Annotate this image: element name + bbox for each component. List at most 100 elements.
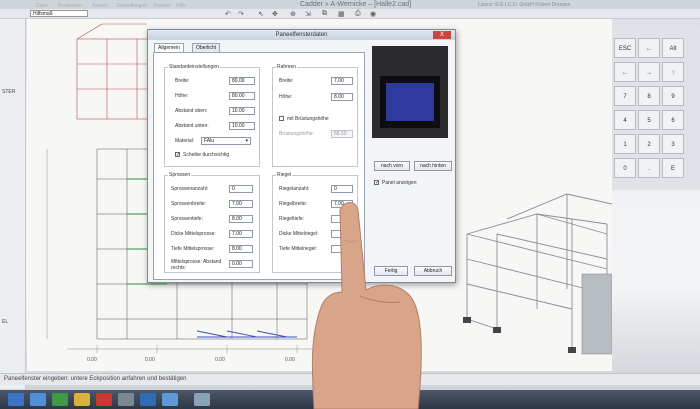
panel-anzeigen-checkbox[interactable]: ✓ (374, 180, 379, 186)
brustung-checkbox[interactable] (279, 116, 284, 121)
cadder-icon[interactable] (140, 393, 156, 406)
sprossen-anzahl-field[interactable]: 0 (229, 185, 253, 193)
breite-field[interactable]: 80.00 (229, 77, 255, 85)
left-panel-label-2: EL (2, 319, 9, 325)
left-panel-label-1: STER (2, 89, 16, 95)
excel-icon[interactable] (52, 393, 68, 406)
group-standard-title: Standardeinstellungen (168, 64, 220, 70)
abstand-unten-field[interactable]: 10.00 (229, 122, 255, 130)
material-select[interactable]: FAlu ▾ (201, 137, 251, 145)
key-8[interactable]: 8 (638, 86, 660, 106)
layer-combo[interactable]: Hilfsmaß (30, 10, 88, 17)
window-icon[interactable] (194, 393, 210, 406)
group-standard: Standardeinstellungen Breite: 80.00 Höhe… (164, 64, 260, 167)
nach-vorn-button[interactable]: nach vorn (374, 161, 410, 171)
dim-label-4: 0.00 (285, 357, 295, 363)
close-button[interactable]: X (433, 31, 451, 39)
preview-glass (386, 83, 434, 121)
scheibe-label: Scheibe durchsichtig (183, 152, 230, 158)
riegel-anzahl-field[interactable]: 0 (331, 185, 353, 193)
tiefe-mittelsprosse-label: Tiefe Mittelsprosse: (171, 246, 215, 252)
key-decimal[interactable]: . (638, 158, 660, 178)
mittelsprosse-abstand-label: Mittelsprosse: Abstand rechts: (171, 259, 222, 271)
dim-label-2: 0.00 (145, 357, 155, 363)
rahmen-hoehe-field[interactable]: 8.00 (331, 93, 353, 101)
brustung-label: mit Brüstungshöhe (287, 116, 329, 122)
material-value: FAlu (204, 138, 215, 144)
dicke-mittelsprosse-field[interactable]: 7.00 (229, 230, 253, 238)
hoehe-label: Höhe: (175, 93, 189, 99)
grid-icon[interactable]: ▦ (338, 10, 345, 18)
nach-hinten-button[interactable]: nach hinten (414, 161, 452, 171)
breite-label: Breite: (175, 78, 190, 84)
key-left[interactable]: ← (614, 62, 636, 82)
sprossen-tiefe-label: Sprossentiefe: (171, 216, 203, 222)
app-icon[interactable] (118, 393, 134, 406)
sprossen-anzahl-label: Sprossenanzahl: (171, 186, 209, 192)
panel-anzeigen-label: Panel anzeigen (382, 180, 417, 186)
key-2[interactable]: 2 (638, 134, 660, 154)
hoehe-field[interactable]: 80.00 (229, 92, 255, 100)
license-text: Lizenz: R.E.I.C.O. GmbH Robert Dresden (478, 2, 571, 8)
group-riegel-title: Riegel (276, 172, 293, 178)
window-preview (372, 46, 448, 138)
key-esc[interactable]: ESC (614, 38, 636, 58)
toolbar: Hilfsmaß ↶ ↷ ⇖ ✥ ⊕ ⇲ ⧉ ▦ ⎙ ◉ (0, 9, 700, 19)
print-icon[interactable]: ⎙ (355, 10, 361, 18)
hall-footings (463, 317, 576, 353)
key-1[interactable]: 1 (614, 134, 636, 154)
brustung-hoehe-field[interactable]: 68.50 (331, 130, 353, 138)
group-sprossen-title: Sprossen (168, 172, 192, 178)
dialog-title: Paneelfensterdaten (148, 30, 455, 40)
key-5[interactable]: 5 (638, 110, 660, 130)
pan-icon[interactable]: ⇲ (305, 10, 311, 18)
window-title: Cadder » A-Wernicke – [Halle2.cad] (300, 1, 412, 8)
group-sprossen: Sprossen Sprossenanzahl: 0 Sprossenbreit… (164, 172, 260, 273)
undo-icon[interactable]: ↶ (225, 10, 231, 18)
scheibe-checkbox[interactable]: ✓ (175, 152, 180, 158)
on-screen-numpad: ESC ← Alt ← → ↑ 7 8 9 4 5 6 1 2 3 0 . E (612, 30, 700, 190)
pointing-hand (311, 202, 422, 409)
zoom-icon[interactable]: ⊕ (290, 10, 296, 18)
acrobat-icon[interactable] (96, 393, 112, 406)
rahmen-breite-field[interactable]: 7.00 (331, 77, 353, 85)
key-alt[interactable]: Alt (662, 38, 684, 58)
group-rahmen-title: Rahmen (276, 64, 297, 70)
wall-cladding (581, 273, 612, 355)
key-4[interactable]: 4 (614, 110, 636, 130)
word-icon[interactable] (162, 393, 178, 406)
camera-icon[interactable]: ◉ (370, 10, 376, 18)
key-right[interactable]: → (638, 62, 660, 82)
status-text: Paneelfenster eingeben: untere Eckpositi… (4, 376, 187, 382)
key-0[interactable]: 0 (614, 158, 636, 178)
dim-label-3: 0.00 (215, 357, 225, 363)
key-7[interactable]: 7 (614, 86, 636, 106)
key-backspace[interactable]: ← (638, 38, 660, 58)
blue-members (196, 330, 297, 338)
start-icon[interactable] (8, 393, 24, 406)
abstand-oben-field[interactable]: 10.00 (229, 107, 255, 115)
key-3[interactable]: 3 (662, 134, 684, 154)
layers-icon[interactable]: ⧉ (322, 10, 327, 18)
cursor-icon[interactable]: ⇖ (258, 10, 264, 18)
move-icon[interactable]: ✥ (272, 10, 278, 18)
sprossen-breite-field[interactable]: 7.00 (229, 200, 253, 208)
key-9[interactable]: 9 (662, 86, 684, 106)
sprossen-breite-label: Sprossenbreite: (171, 201, 207, 207)
title-bar: Datei Bearbeiten Ansicht Einstellungen F… (0, 0, 700, 9)
folder-icon[interactable] (74, 393, 90, 406)
dim-label-1: 0.00 (87, 357, 97, 363)
sprossen-tiefe-field[interactable]: 8.00 (229, 215, 253, 223)
abstand-unten-label: Abstand unten: (175, 123, 209, 129)
chevron-down-icon: ▾ (245, 138, 248, 144)
mittelsprosse-abstand-field[interactable]: 0.00 (229, 260, 253, 268)
redo-icon[interactable]: ↷ (238, 10, 244, 18)
rahmen-breite-label: Breite: (279, 78, 294, 84)
explorer-icon[interactable] (30, 393, 46, 406)
key-up[interactable]: ↑ (662, 62, 684, 82)
key-enter[interactable]: E (662, 158, 684, 178)
tiefe-mittelsprosse-field[interactable]: 8.00 (229, 245, 253, 253)
key-6[interactable]: 6 (662, 110, 684, 130)
dicke-mittelsprosse-label: Dicke Mittelsprosse: (171, 231, 216, 237)
rahmen-hoehe-label: Höhe: (279, 94, 293, 100)
